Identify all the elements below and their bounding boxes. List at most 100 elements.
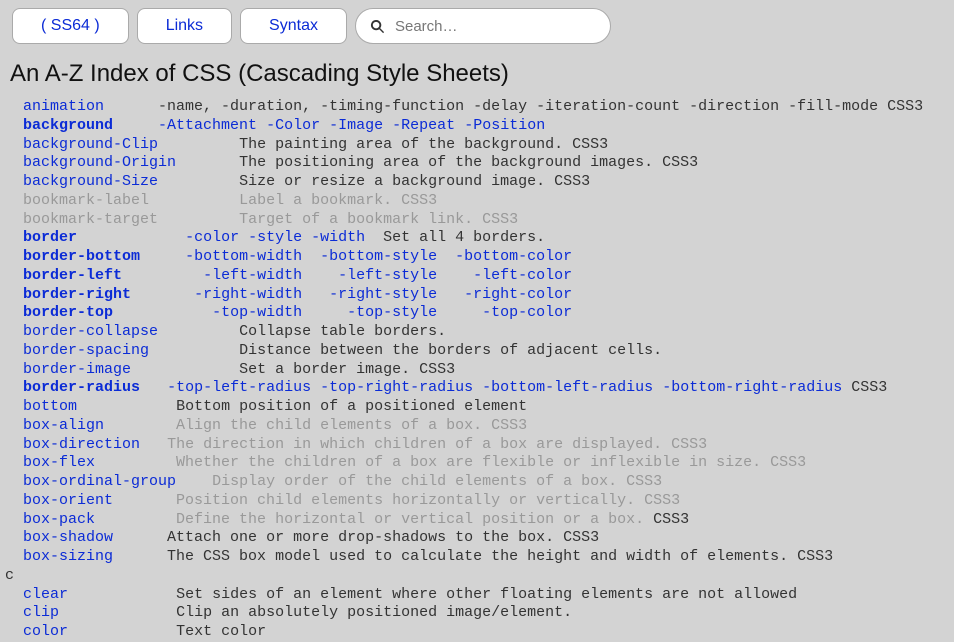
search-box[interactable] <box>355 8 611 44</box>
desc-text: Set a border image. CSS3 <box>239 361 455 378</box>
index-row: border-collapse Collapse table borders. <box>5 323 446 340</box>
sub-link[interactable]: -bottom-width <box>185 248 302 265</box>
desc-text: Label a bookmark. CSS3 <box>239 192 437 209</box>
desc-text: Collapse table borders. <box>239 323 446 340</box>
syntax-button[interactable]: Syntax <box>240 8 347 44</box>
index-row: bookmark-target Target of a bookmark lin… <box>5 211 518 228</box>
desc-text <box>311 379 320 396</box>
index-row: background-Origin The positioning area o… <box>5 154 698 171</box>
desc-text: The positioning area of the background i… <box>239 154 698 171</box>
sub-link[interactable]: -Attachment <box>158 117 257 134</box>
sub-link[interactable]: -top-width <box>212 304 302 321</box>
prop-link[interactable]: border-spacing <box>23 342 149 359</box>
sub-link[interactable]: -bottom-left-radius <box>482 379 653 396</box>
sub-link[interactable]: -style <box>248 229 302 246</box>
desc-text: The direction in which children of a box… <box>167 436 707 453</box>
sub-link[interactable]: -Repeat <box>392 117 455 134</box>
prop-link[interactable]: border-collapse <box>23 323 158 340</box>
sub-link[interactable]: -Position <box>464 117 545 134</box>
sub-link[interactable]: -left-color <box>473 267 572 284</box>
search-icon <box>370 19 385 34</box>
desc-text: The CSS box model used to calculate the … <box>167 548 833 565</box>
sub-link[interactable]: -Image <box>329 117 383 134</box>
desc-text: Attach one or more drop-shadows to the b… <box>167 529 599 546</box>
prop-link: bookmark-label <box>23 192 149 209</box>
desc-text: CSS3 <box>842 379 887 396</box>
desc-text: Target of a bookmark link. CSS3 <box>239 211 518 228</box>
desc-text: Position child elements horizontally or … <box>176 492 680 509</box>
sub-link[interactable]: -left-style <box>338 267 437 284</box>
prop-link[interactable]: box-orient <box>23 492 113 509</box>
sub-link[interactable]: -top-left-radius <box>167 379 311 396</box>
index-row: box-sizing The CSS box model used to cal… <box>5 548 833 565</box>
sub-link[interactable]: -bottom-right-radius <box>662 379 842 396</box>
prop-link[interactable]: border-radius <box>23 379 140 396</box>
sub-link[interactable]: -top-right-radius <box>320 379 473 396</box>
prop-link[interactable]: border-right <box>23 286 131 303</box>
prop-link: c <box>5 567 14 584</box>
index-row: border -color -style -width Set all 4 bo… <box>5 229 545 246</box>
prop-link[interactable]: box-sizing <box>23 548 113 565</box>
desc-text <box>383 117 392 134</box>
index-row: box-ordinal-group Display order of the c… <box>5 473 662 490</box>
prop-link[interactable]: border-image <box>23 361 131 378</box>
index-row: animation -name, -duration, -timing-func… <box>5 98 923 115</box>
sub-link[interactable]: -Color <box>266 117 320 134</box>
sub-link[interactable]: -top-style <box>347 304 437 321</box>
index-row: bookmark-label Label a bookmark. CSS3 <box>5 192 437 209</box>
css-index-listing: animation -name, -duration, -timing-func… <box>0 98 954 642</box>
prop-link[interactable]: animation <box>23 98 104 115</box>
index-row: background-Clip The painting area of the… <box>5 136 608 153</box>
prop-link[interactable]: background-Size <box>23 173 158 190</box>
desc-text <box>302 267 338 284</box>
index-row: box-flex Whether the children of a box a… <box>5 454 806 471</box>
prop-link[interactable]: box-ordinal-group <box>23 473 176 490</box>
links-button[interactable]: Links <box>137 8 232 44</box>
index-row: color Text color <box>5 623 266 640</box>
prop-link[interactable]: border-top <box>23 304 113 321</box>
desc-text <box>302 304 347 321</box>
prop-link[interactable]: color <box>23 623 68 640</box>
desc-text: Distance between the borders of adjacent… <box>239 342 662 359</box>
index-row: border-top -top-width -top-style -top-co… <box>5 304 572 321</box>
desc-text <box>437 286 464 303</box>
prop-link[interactable]: bottom <box>23 398 77 415</box>
prop-link[interactable]: box-direction <box>23 436 140 453</box>
prop-link[interactable]: box-flex <box>23 454 95 471</box>
index-row: box-shadow Attach one or more drop-shado… <box>5 529 599 546</box>
sub-link[interactable]: -bottom-style <box>320 248 437 265</box>
prop-link[interactable]: border-bottom <box>23 248 140 265</box>
sub-link[interactable]: -right-style <box>329 286 437 303</box>
sub-link[interactable]: -width <box>311 229 365 246</box>
prop-link[interactable]: box-align <box>23 417 104 434</box>
prop-link[interactable]: background <box>23 117 113 134</box>
prop-link[interactable]: box-pack <box>23 511 95 528</box>
prop-link[interactable]: box-shadow <box>23 529 113 546</box>
sub-link[interactable]: -top-color <box>482 304 572 321</box>
index-row: border-image Set a border image. CSS3 <box>5 361 455 378</box>
index-row: box-align Align the child elements of a … <box>5 417 527 434</box>
search-input[interactable] <box>393 17 596 36</box>
desc-text: Set all 4 borders. <box>365 229 545 246</box>
sub-link[interactable]: -left-width <box>203 267 302 284</box>
sub-link[interactable]: -right-width <box>194 286 302 303</box>
index-row: background -Attachment -Color -Image -Re… <box>5 117 545 134</box>
sub-link[interactable]: -color <box>185 229 239 246</box>
desc-text <box>653 379 662 396</box>
prop-link[interactable]: background-Clip <box>23 136 158 153</box>
home-button[interactable]: ( SS64 ) <box>12 8 129 44</box>
desc-text: CSS3 <box>644 511 689 528</box>
desc-text <box>302 229 311 246</box>
index-row: box-direction The direction in which chi… <box>5 436 707 453</box>
prop-link[interactable]: border-left <box>23 267 122 284</box>
desc-text <box>455 117 464 134</box>
index-row: background-Size Size or resize a backgro… <box>5 173 590 190</box>
prop-link[interactable]: clip <box>23 604 59 621</box>
prop-link[interactable]: border <box>23 229 77 246</box>
desc-text: -name, -duration, -timing-function -dela… <box>158 98 923 115</box>
sub-link[interactable]: -right-color <box>464 286 572 303</box>
desc-text: Clip an absolutely positioned image/elem… <box>176 604 572 621</box>
prop-link[interactable]: background-Origin <box>23 154 176 171</box>
sub-link[interactable]: -bottom-color <box>455 248 572 265</box>
desc-text <box>437 304 482 321</box>
